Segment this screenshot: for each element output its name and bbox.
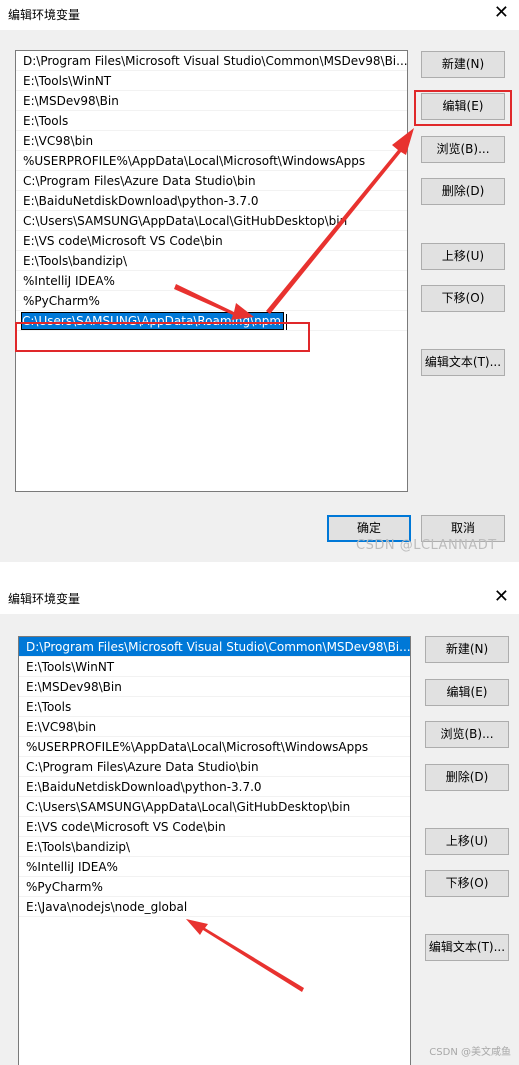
close-icon[interactable]: ✕ <box>494 586 509 608</box>
list-item[interactable]: E:\BaiduNetdiskDownload\python-3.7.0 <box>16 191 407 211</box>
browse-button[interactable]: 浏览(B)... <box>425 721 509 748</box>
separator <box>0 562 519 584</box>
list-item[interactable]: %IntelliJ IDEA% <box>16 271 407 291</box>
list-item[interactable]: D:\Program Files\Microsoft Visual Studio… <box>16 51 407 71</box>
list-item-editing[interactable]: C:\Users\SAMSUNG\AppData\Roaming\npm <box>16 311 407 331</box>
list-item[interactable]: %IntelliJ IDEA% <box>19 857 410 877</box>
move-down-button[interactable]: 下移(O) <box>421 285 505 312</box>
move-up-button[interactable]: 上移(U) <box>421 243 505 270</box>
title-bar: 编辑环境变量 ✕ <box>0 0 519 30</box>
list-item-selected[interactable]: D:\Program Files\Microsoft Visual Studio… <box>19 637 410 657</box>
list-item[interactable]: %USERPROFILE%\AppData\Local\Microsoft\Wi… <box>19 737 410 757</box>
list-item[interactable]: C:\Users\SAMSUNG\AppData\Local\GitHubDes… <box>16 211 407 231</box>
list-item[interactable]: E:\Tools <box>19 697 410 717</box>
path-list[interactable]: D:\Program Files\Microsoft Visual Studio… <box>18 636 411 1065</box>
edit-env-dialog-1: 编辑环境变量 ✕ D:\Program Files\Microsoft Visu… <box>0 0 519 562</box>
delete-button[interactable]: 删除(D) <box>425 764 509 791</box>
edit-button[interactable]: 编辑(E) <box>425 679 509 706</box>
list-item[interactable]: E:\VC98\bin <box>16 131 407 151</box>
list-item[interactable]: C:\Program Files\Azure Data Studio\bin <box>19 757 410 777</box>
edit-env-dialog-2: 编辑环境变量 ✕ D:\Program Files\Microsoft Visu… <box>0 584 519 1065</box>
text-cursor <box>286 313 288 330</box>
list-item[interactable]: C:\Users\SAMSUNG\AppData\Local\GitHubDes… <box>19 797 410 817</box>
path-list[interactable]: D:\Program Files\Microsoft Visual Studio… <box>15 50 408 492</box>
list-item[interactable]: E:\VS code\Microsoft VS Code\bin <box>19 817 410 837</box>
list-item[interactable]: E:\Java\nodejs\node_global <box>19 897 410 917</box>
watermark: CSDN @美文咸鱼 <box>429 1047 511 1058</box>
move-up-button[interactable]: 上移(U) <box>425 828 509 855</box>
new-button[interactable]: 新建(N) <box>425 636 509 663</box>
title-bar: 编辑环境变量 ✕ <box>0 584 519 614</box>
list-item[interactable]: E:\VC98\bin <box>19 717 410 737</box>
list-item[interactable]: E:\BaiduNetdiskDownload\python-3.7.0 <box>19 777 410 797</box>
new-button[interactable]: 新建(N) <box>421 51 505 78</box>
browse-button[interactable]: 浏览(B)... <box>421 136 505 163</box>
list-item[interactable]: E:\MSDev98\Bin <box>16 91 407 111</box>
watermark: CSDN @LCLANNADT <box>356 538 497 553</box>
list-item[interactable]: E:\VS code\Microsoft VS Code\bin <box>16 231 407 251</box>
list-item[interactable]: %PyCharm% <box>16 291 407 311</box>
move-down-button[interactable]: 下移(O) <box>425 870 509 897</box>
list-item[interactable]: %USERPROFILE%\AppData\Local\Microsoft\Wi… <box>16 151 407 171</box>
inline-edit-input[interactable]: C:\Users\SAMSUNG\AppData\Roaming\npm <box>21 312 285 330</box>
dialog-title: 编辑环境变量 <box>8 8 81 22</box>
edit-text-button[interactable]: 编辑文本(T)... <box>421 349 505 376</box>
list-item[interactable]: C:\Program Files\Azure Data Studio\bin <box>16 171 407 191</box>
list-item[interactable]: E:\Tools\bandizip\ <box>16 251 407 271</box>
list-item[interactable]: E:\MSDev98\Bin <box>19 677 410 697</box>
close-icon[interactable]: ✕ <box>494 2 509 24</box>
list-item[interactable]: E:\Tools\WinNT <box>19 657 410 677</box>
edit-text-button[interactable]: 编辑文本(T)... <box>425 934 509 961</box>
delete-button[interactable]: 删除(D) <box>421 178 505 205</box>
dialog-title: 编辑环境变量 <box>8 592 81 606</box>
list-item[interactable]: %PyCharm% <box>19 877 410 897</box>
list-item[interactable]: E:\Tools <box>16 111 407 131</box>
list-item[interactable]: E:\Tools\WinNT <box>16 71 407 91</box>
edit-button[interactable]: 编辑(E) <box>421 93 505 120</box>
list-item[interactable]: E:\Tools\bandizip\ <box>19 837 410 857</box>
